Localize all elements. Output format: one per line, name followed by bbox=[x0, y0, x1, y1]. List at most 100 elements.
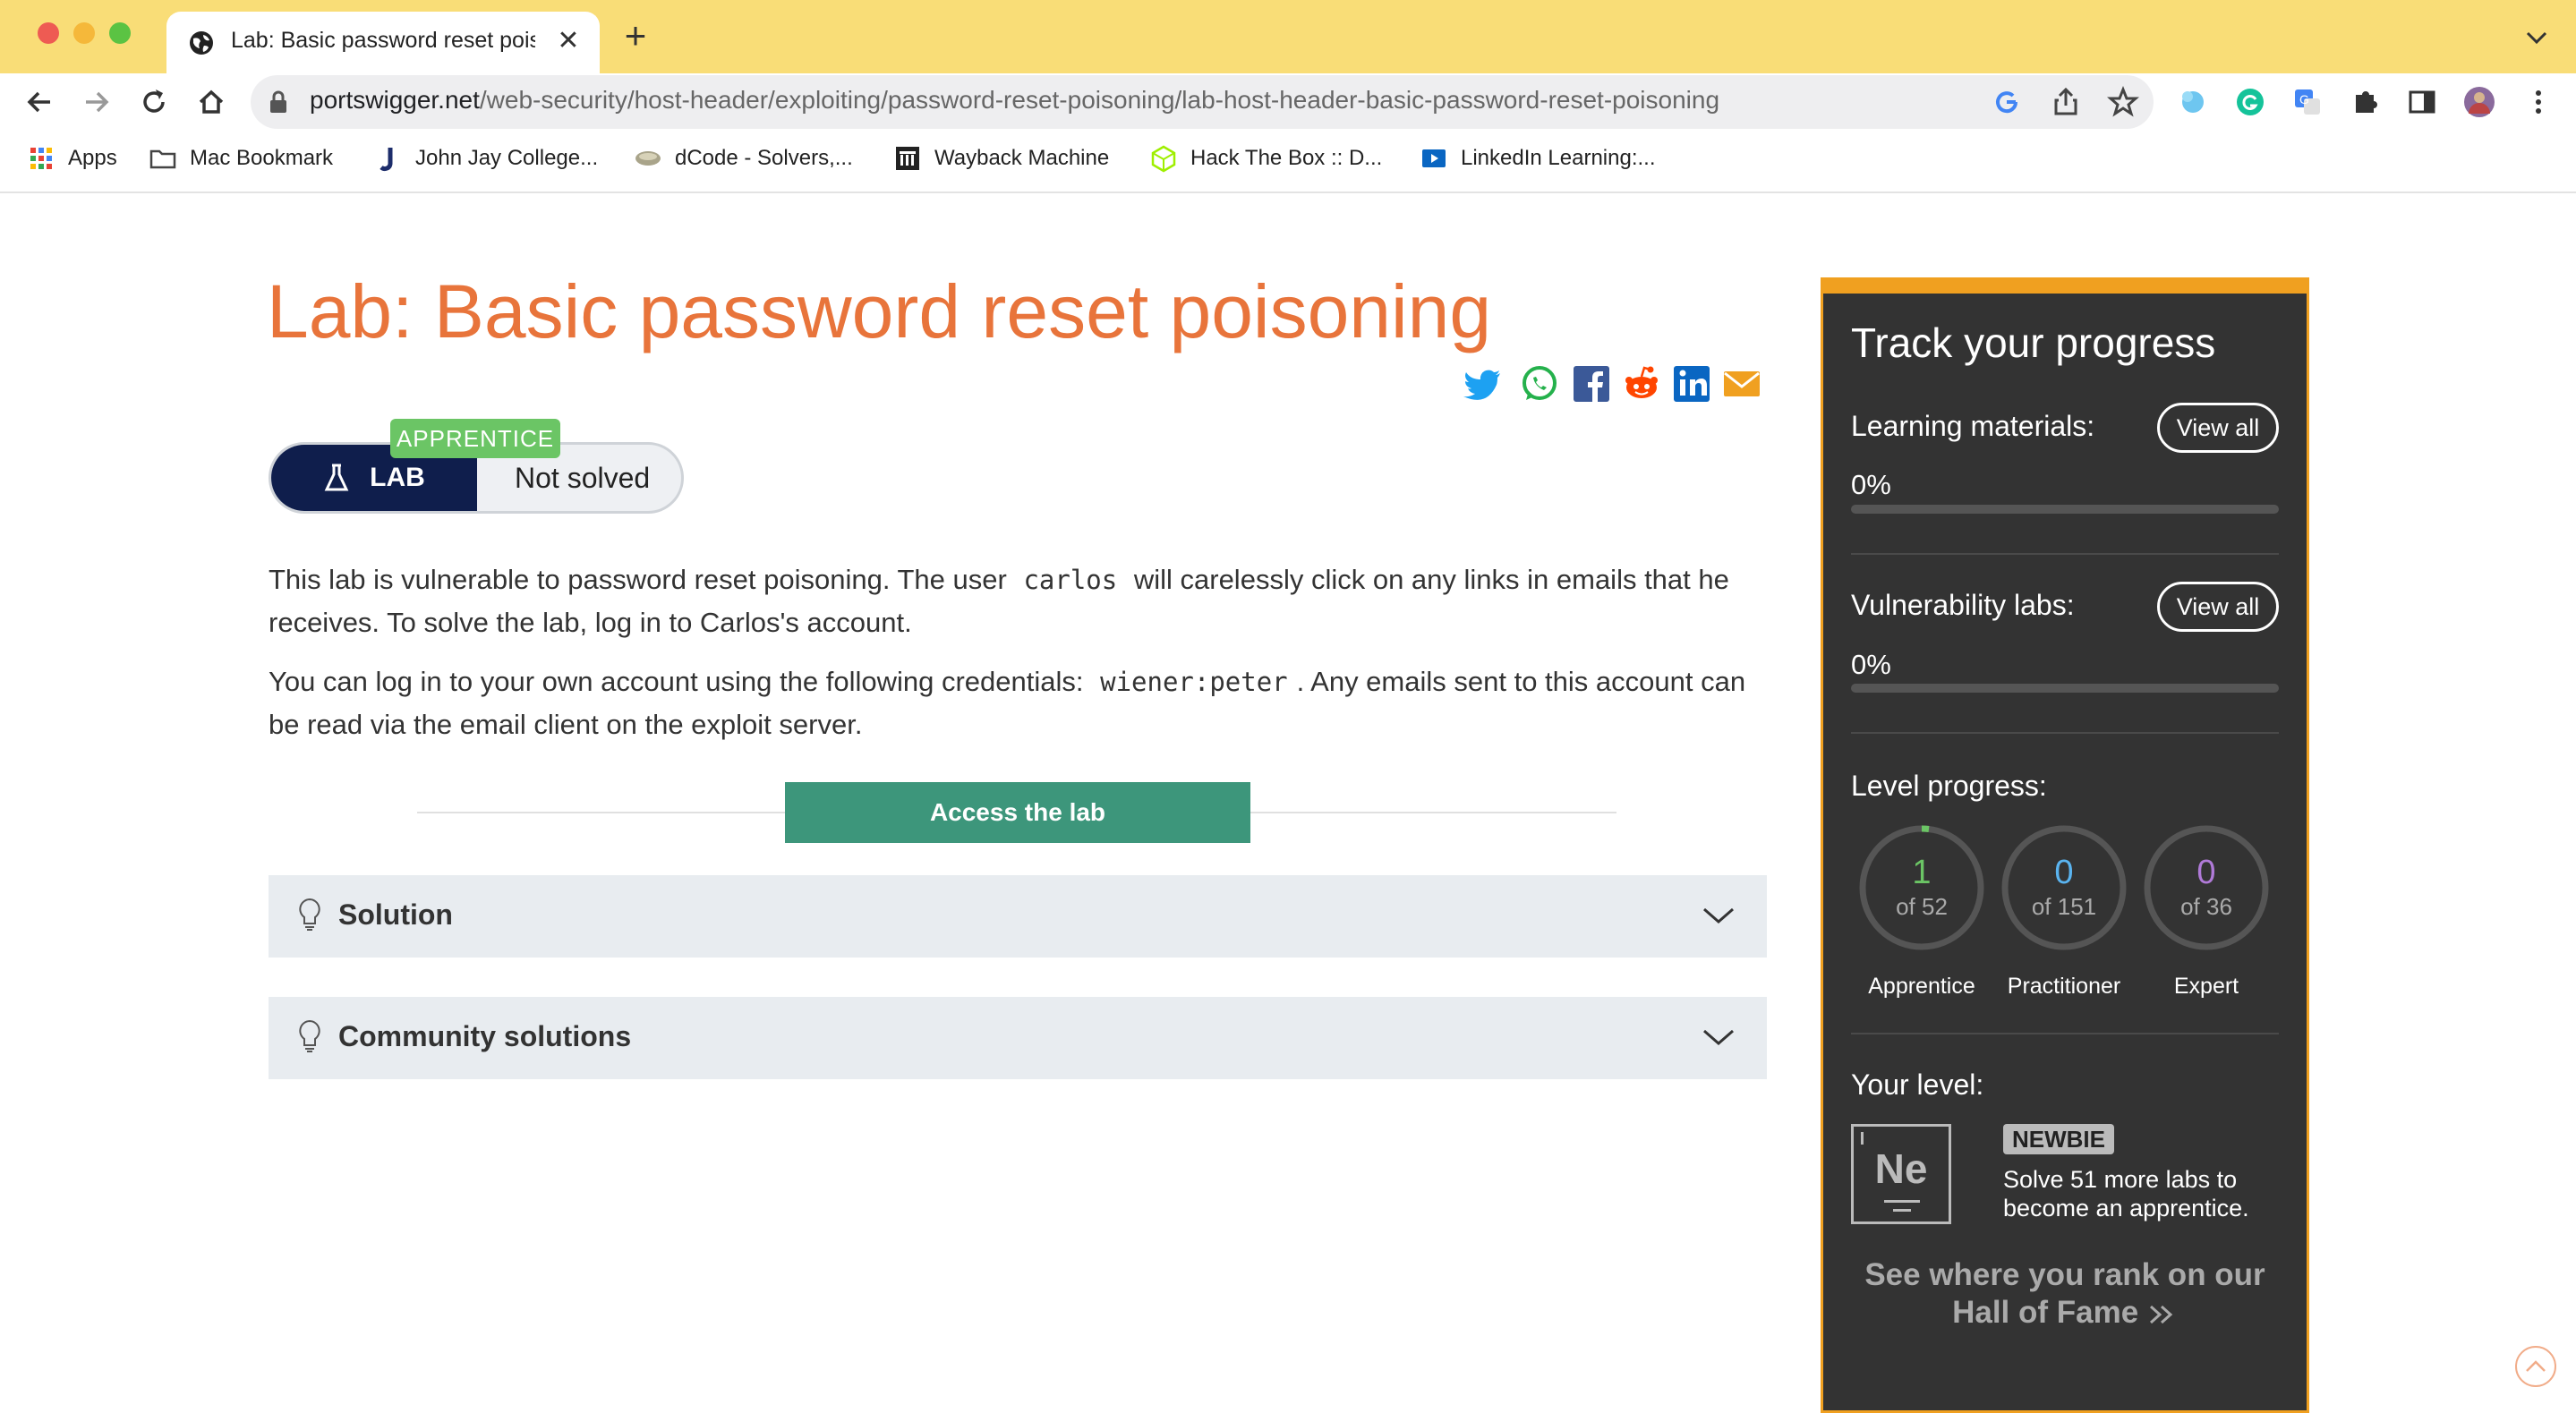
url-text[interactable]: portswigger.net/web-security/host-header… bbox=[310, 86, 1719, 115]
reddit-icon[interactable] bbox=[1620, 362, 1663, 405]
bookmark-label: dCode - Solvers,... bbox=[675, 146, 853, 170]
community-solutions-label: Community solutions bbox=[338, 1020, 632, 1052]
bookmark-linkedin-learning[interactable]: LinkedIn Learning:... bbox=[1420, 143, 1656, 174]
bookmark-label: Apps bbox=[68, 146, 117, 170]
home-icon[interactable] bbox=[192, 82, 231, 122]
wayback-icon bbox=[896, 147, 919, 170]
panel-separator bbox=[1851, 553, 2279, 555]
lightbulb-icon bbox=[299, 898, 320, 931]
linkedin-learning-icon bbox=[1422, 149, 1446, 167]
bookmark-dcode[interactable]: dCode - Solvers,... bbox=[634, 143, 853, 174]
tab-close-icon[interactable]: ✕ bbox=[553, 26, 584, 56]
level-hint-text: Solve 51 more labs to become an apprenti… bbox=[2003, 1166, 2249, 1221]
lock-icon[interactable] bbox=[269, 89, 288, 115]
practitioner-count: 0 bbox=[2054, 854, 2074, 891]
expert-total: of 36 bbox=[2180, 893, 2232, 920]
email-icon[interactable] bbox=[1720, 362, 1763, 405]
progress-title: Track your progress bbox=[1851, 319, 2216, 366]
double-chevron-right-icon bbox=[2149, 1305, 2173, 1324]
element-line bbox=[1884, 1200, 1920, 1203]
element-symbol: Ne bbox=[1874, 1145, 1928, 1192]
access-lab-button[interactable]: Access the lab bbox=[785, 782, 1250, 843]
facebook-icon[interactable] bbox=[1570, 362, 1613, 405]
bookmark-mac-bookmark[interactable]: Mac Bookmark bbox=[149, 143, 333, 174]
level-progress-label: Level progress: bbox=[1851, 770, 2047, 802]
whatsapp-icon[interactable] bbox=[1518, 362, 1561, 405]
bookmark-star-icon[interactable] bbox=[2105, 84, 2141, 120]
solution-accordion[interactable]: Solution bbox=[269, 875, 1767, 958]
google-icon[interactable] bbox=[1989, 84, 2025, 120]
your-level-label: Your level: bbox=[1851, 1068, 1984, 1101]
grammarly-icon[interactable] bbox=[2232, 84, 2268, 120]
practitioner-label: Practitioner bbox=[2007, 974, 2121, 999]
apprentice-total: of 52 bbox=[1896, 893, 1948, 920]
expert-label: Expert bbox=[2173, 974, 2239, 999]
practitioner-total: of 151 bbox=[2031, 893, 2097, 920]
vuln-view-all-button[interactable]: View all bbox=[2157, 582, 2279, 632]
extensions-puzzle-icon[interactable] bbox=[2347, 84, 2383, 120]
vuln-percent: 0% bbox=[1851, 649, 1891, 680]
lightbulb-icon bbox=[299, 1019, 320, 1052]
lab-credentials: You can log in to your own account using… bbox=[269, 660, 1772, 746]
zoom-window-button[interactable] bbox=[109, 22, 131, 44]
bookmark-wayback[interactable]: Wayback Machine bbox=[893, 143, 1109, 174]
jjay-icon bbox=[380, 148, 393, 172]
vulnerability-labs-label: Vulnerability labs: bbox=[1851, 589, 2075, 621]
creds-code: wiener:peter bbox=[1100, 667, 1288, 697]
reload-icon[interactable] bbox=[134, 82, 174, 122]
globe-icon bbox=[190, 31, 213, 55]
learning-percent: 0% bbox=[1851, 469, 1891, 500]
side-panel-icon[interactable] bbox=[2404, 84, 2440, 120]
level-element-tile: Ne bbox=[1851, 1124, 1951, 1224]
bookmark-hack-the-box[interactable]: Hack The Box :: D... bbox=[1149, 143, 1382, 174]
hall-of-fame-link[interactable]: See where you rank on our Hall of Fame bbox=[1851, 1256, 2279, 1332]
twitter-icon[interactable] bbox=[1463, 362, 1506, 405]
back-arrow-icon[interactable] bbox=[20, 82, 59, 122]
kebab-menu-icon[interactable] bbox=[2521, 84, 2556, 120]
lab-description: This lab is vulnerable to password reset… bbox=[269, 558, 1772, 644]
share-icon[interactable] bbox=[2048, 84, 2084, 120]
tab-search-chevron-icon[interactable] bbox=[2521, 21, 2553, 54]
flask-icon bbox=[324, 464, 349, 491]
level-name-badge: NEWBIE bbox=[2003, 1124, 2114, 1154]
forward-arrow-icon[interactable] bbox=[77, 82, 116, 122]
solution-label: Solution bbox=[338, 898, 453, 931]
panel-separator bbox=[1851, 732, 2279, 734]
new-tab-button[interactable]: + bbox=[618, 17, 653, 55]
extension-cloud-icon[interactable] bbox=[2175, 84, 2211, 120]
vuln-progress-bar bbox=[1851, 684, 2279, 693]
bookmark-john-jay[interactable]: John Jay College... bbox=[374, 143, 598, 174]
tab-title: Lab: Basic password reset pois bbox=[231, 28, 535, 53]
chevron-down-icon[interactable] bbox=[1701, 1024, 1736, 1051]
htb-icon bbox=[1151, 145, 1176, 173]
expert-count: 0 bbox=[2196, 854, 2216, 891]
browser-tab[interactable]: Lab: Basic password reset pois ✕ bbox=[166, 12, 600, 74]
translate-icon[interactable]: G bbox=[2290, 84, 2325, 120]
community-solutions-accordion[interactable]: Community solutions bbox=[269, 997, 1767, 1079]
url-path: /web-security/host-header/exploiting/pas… bbox=[479, 86, 1720, 114]
bookmark-apps[interactable]: Apps bbox=[27, 143, 117, 174]
lab-label: LAB bbox=[370, 463, 425, 492]
bookmark-label: Mac Bookmark bbox=[190, 146, 334, 170]
chevron-down-icon[interactable] bbox=[1701, 902, 1736, 929]
close-window-button[interactable] bbox=[38, 22, 59, 44]
profile-avatar[interactable] bbox=[2461, 84, 2497, 120]
apprentice-count: 1 bbox=[1912, 854, 1932, 891]
bookmark-label: Wayback Machine bbox=[934, 146, 1110, 170]
bookmark-label: John Jay College... bbox=[415, 146, 599, 170]
learning-view-all-button[interactable]: View all bbox=[2157, 403, 2279, 453]
intro-text-1: This lab is vulnerable to password reset… bbox=[269, 564, 1007, 595]
bookmark-label: LinkedIn Learning:... bbox=[1461, 146, 1656, 170]
level-tag: APPRENTICE bbox=[390, 419, 560, 458]
page-title: Lab: Basic password reset poisoning bbox=[267, 269, 1492, 353]
folder-icon bbox=[149, 149, 176, 169]
learning-progress-bar bbox=[1851, 505, 2279, 514]
minimize-window-button[interactable] bbox=[73, 22, 95, 44]
hall-of-fame-text: See where you rank on our Hall of Fame bbox=[1864, 1257, 2265, 1330]
scroll-to-top-icon[interactable] bbox=[2513, 1344, 2558, 1389]
url-domain: portswigger.net bbox=[310, 86, 480, 114]
linkedin-icon[interactable] bbox=[1670, 362, 1713, 405]
bookmark-label: Hack The Box :: D... bbox=[1190, 146, 1383, 170]
panel-separator bbox=[1851, 1033, 2279, 1034]
learning-materials-label: Learning materials: bbox=[1851, 410, 2095, 442]
